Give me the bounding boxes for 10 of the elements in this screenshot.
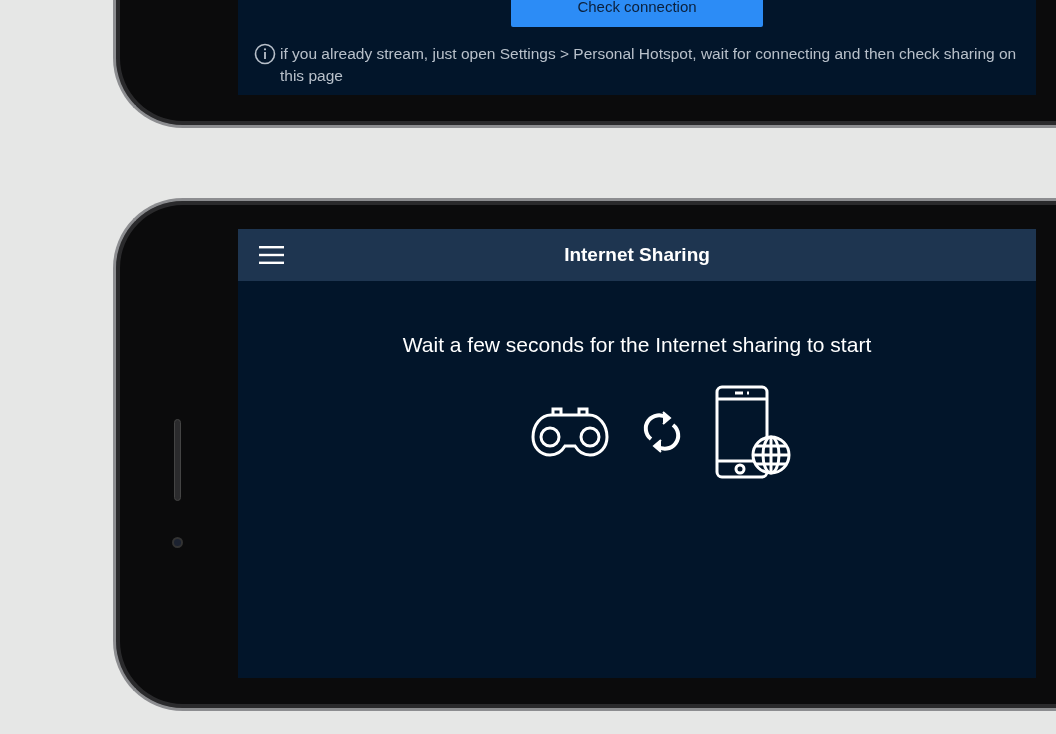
check-connection-button[interactable]: Check connection [511, 0, 763, 27]
screen-title: Internet Sharing [564, 242, 710, 267]
hotspot-note: if you already stream, just open Settings > Personal Hotspot, wait for connecting and then check sharing on this page [280, 44, 1018, 86]
phone-globe-icon [715, 384, 793, 480]
menu-icon[interactable] [259, 246, 284, 264]
binoculars-icon [531, 405, 609, 459]
camera-lens [171, 537, 183, 548]
wait-message: Wait a few seconds for the Internet sharing to start [402, 333, 872, 356]
sync-icon [643, 409, 681, 455]
info-icon [254, 43, 276, 65]
